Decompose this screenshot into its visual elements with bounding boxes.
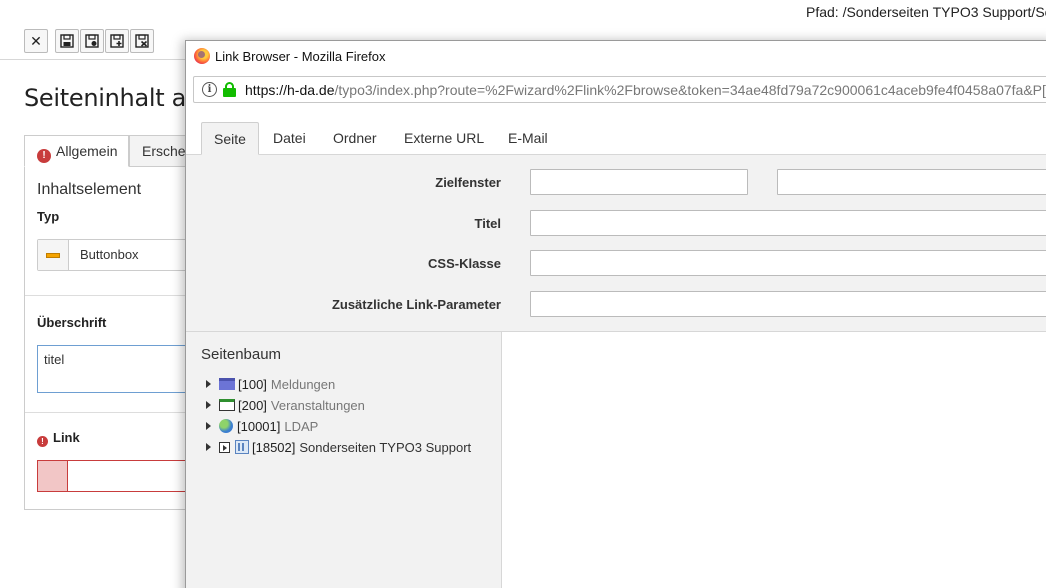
link-attributes-form: Zielfenster Titel CSS-Klasse Zusätzliche… [186, 155, 1046, 332]
tab-ordner[interactable]: Ordner [321, 122, 389, 155]
globe-icon [219, 419, 233, 433]
typ-value: Buttonbox [80, 247, 139, 262]
tree-item-name[interactable]: LDAP [284, 419, 318, 434]
tree-item[interactable]: [10001] LDAP [206, 416, 318, 436]
page-title: Seiteninhalt au [24, 84, 201, 112]
save-close-icon [135, 34, 149, 48]
tab-allgemein[interactable]: ! Allgemein [24, 135, 129, 167]
css-klasse-input[interactable] [530, 250, 1046, 276]
save-new-button[interactable] [105, 29, 129, 53]
tree-item-name[interactable]: Sonderseiten TYPO3 Support [299, 440, 471, 455]
save-close-button[interactable] [130, 29, 154, 53]
window-title: Link Browser - Mozilla Firefox [215, 49, 386, 64]
folder-icon [219, 378, 235, 390]
expand-icon[interactable] [206, 380, 211, 388]
error-icon: ! [37, 149, 51, 163]
calendar-icon [219, 399, 235, 411]
tab-externe-url[interactable]: Externe URL [392, 122, 496, 155]
zielfenster-label: Zielfenster [435, 175, 501, 190]
tree-item-name[interactable]: Veranstaltungen [271, 398, 365, 413]
tab-email[interactable]: E-Mail [496, 122, 560, 155]
close-button[interactable]: ✕ [24, 29, 48, 53]
link-parameter-label: Zusätzliche Link-Parameter [331, 297, 501, 312]
expand-icon[interactable] [206, 443, 211, 451]
page-tree-title: Seitenbaum [201, 346, 282, 363]
window-titlebar: Link Browser - Mozilla Firefox [186, 41, 1046, 73]
page-icon [235, 440, 249, 454]
titel-input[interactable] [530, 210, 1046, 236]
tab-label: Allgemein [56, 143, 118, 159]
tab-label: Ersche [142, 143, 186, 159]
save-button[interactable] [55, 29, 79, 53]
css-klasse-label: CSS-Klasse [428, 256, 501, 271]
link-parameter-input[interactable] [530, 291, 1046, 317]
path-label: Pfad: /Sonderseiten TYPO3 Support/Se [806, 4, 1046, 20]
url-bar[interactable]: i https://h-da.de/typo3/index.php?route=… [193, 76, 1046, 103]
link-input[interactable] [37, 460, 207, 492]
url-text: https://h-da.de/typo3/index.php?route=%2… [245, 82, 1046, 98]
firefox-icon [194, 48, 210, 64]
page-tree: Seitenbaum [100] Meldungen [200] Veranst… [186, 332, 502, 588]
tree-item-id: [100] [238, 376, 267, 392]
save-view-icon [85, 34, 99, 48]
tree-item[interactable]: [200] Veranstaltungen [206, 395, 365, 415]
save-new-icon [110, 34, 124, 48]
content-pane [503, 332, 1046, 588]
info-icon[interactable]: i [202, 82, 217, 97]
ueberschrift-input[interactable]: titel [37, 345, 207, 393]
section-title: Inhaltselement [37, 181, 142, 198]
tree-item-id: [10001] [237, 418, 281, 434]
tree-item-name[interactable]: Meldungen [271, 377, 335, 392]
link-browser-trigger[interactable] [38, 461, 68, 491]
error-icon: ! [37, 436, 48, 447]
tree-item-id: [18502] [252, 439, 296, 455]
tab-seite[interactable]: Seite [201, 122, 259, 155]
save-view-button[interactable] [80, 29, 104, 53]
lock-icon[interactable] [223, 82, 236, 97]
buttonbox-icon [38, 240, 69, 270]
tab-datei[interactable]: Datei [261, 122, 318, 155]
zielfenster-input[interactable] [530, 169, 748, 195]
tree-item-id: [200] [238, 397, 267, 413]
link-type-tabs: Seite Datei Ordner Externe URL E-Mail [186, 113, 1046, 155]
typ-label: Typ [37, 209, 60, 224]
tree-item[interactable]: [100] Meldungen [206, 374, 335, 394]
tree-item[interactable]: [18502] Sonderseiten TYPO3 Support [206, 437, 471, 457]
expand-icon[interactable] [206, 422, 211, 430]
titel-label: Titel [474, 216, 502, 231]
save-icon [60, 34, 74, 48]
mountpoint-icon [219, 441, 230, 453]
ueberschrift-label: Überschrift [37, 315, 107, 330]
link-browser-window: Link Browser - Mozilla Firefox i https:/… [185, 40, 1046, 588]
link-label: ! Link [37, 430, 80, 447]
close-icon: ✕ [30, 32, 42, 49]
zielfenster-select[interactable] [777, 169, 1046, 195]
expand-icon[interactable] [206, 401, 211, 409]
